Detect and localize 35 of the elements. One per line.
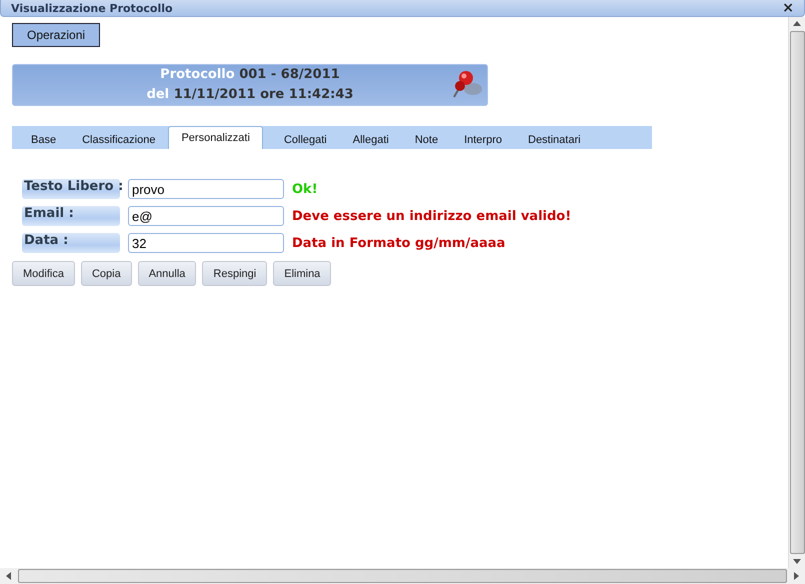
- action-button[interactable]: Respingi: [202, 261, 268, 286]
- tab[interactable]: Personalizzati: [168, 126, 263, 149]
- input-field[interactable]: provo: [128, 179, 284, 199]
- tab[interactable]: Collegati: [270, 129, 340, 149]
- operations-button[interactable]: Operazioni: [12, 23, 100, 47]
- up-arrow-icon[interactable]: [792, 19, 802, 29]
- validation-message: Ok!: [292, 182, 319, 196]
- action-button[interactable]: Elimina: [273, 261, 332, 286]
- right-arrow-icon[interactable]: [791, 571, 801, 581]
- tab[interactable]: Note: [402, 129, 452, 149]
- horizontal-scrollbar[interactable]: [0, 568, 805, 584]
- scroll-thumb[interactable]: [18, 569, 787, 583]
- tab[interactable]: Classificazione: [69, 129, 168, 149]
- validation-message: Data in Formato gg/mm/aaaa: [292, 236, 506, 250]
- tab[interactable]: Destinatari: [515, 129, 594, 149]
- vertical-scrollbar[interactable]: [788, 17, 805, 568]
- tab[interactable]: Interpro: [451, 129, 515, 149]
- window-title: Visualizzazione Protocollo: [11, 0, 173, 16]
- input-field[interactable]: 32: [128, 233, 284, 253]
- field-label: Email :: [22, 206, 120, 226]
- left-arrow-icon[interactable]: [4, 571, 14, 581]
- scroll-thumb[interactable]: [790, 31, 804, 554]
- action-button[interactable]: Modifica: [12, 261, 75, 286]
- protocol-date: del 11/11/2011 ore 11:42:43: [146, 86, 354, 104]
- down-arrow-icon[interactable]: [792, 556, 802, 566]
- action-button[interactable]: Copia: [80, 261, 132, 286]
- action-button[interactable]: Annulla: [138, 261, 196, 286]
- validation-message: Deve essere un indirizzo email valido!: [292, 208, 572, 224]
- field-label: Testo Libero :: [22, 179, 120, 199]
- field-label: Data :: [22, 233, 120, 253]
- protocol-number: Protocollo 001 - 68/2011: [160, 66, 340, 84]
- close-button[interactable]: ×: [782, 1, 794, 15]
- input-field[interactable]: e@: [128, 206, 284, 226]
- tab[interactable]: Allegati: [340, 129, 402, 149]
- tab[interactable]: Base: [18, 129, 70, 149]
